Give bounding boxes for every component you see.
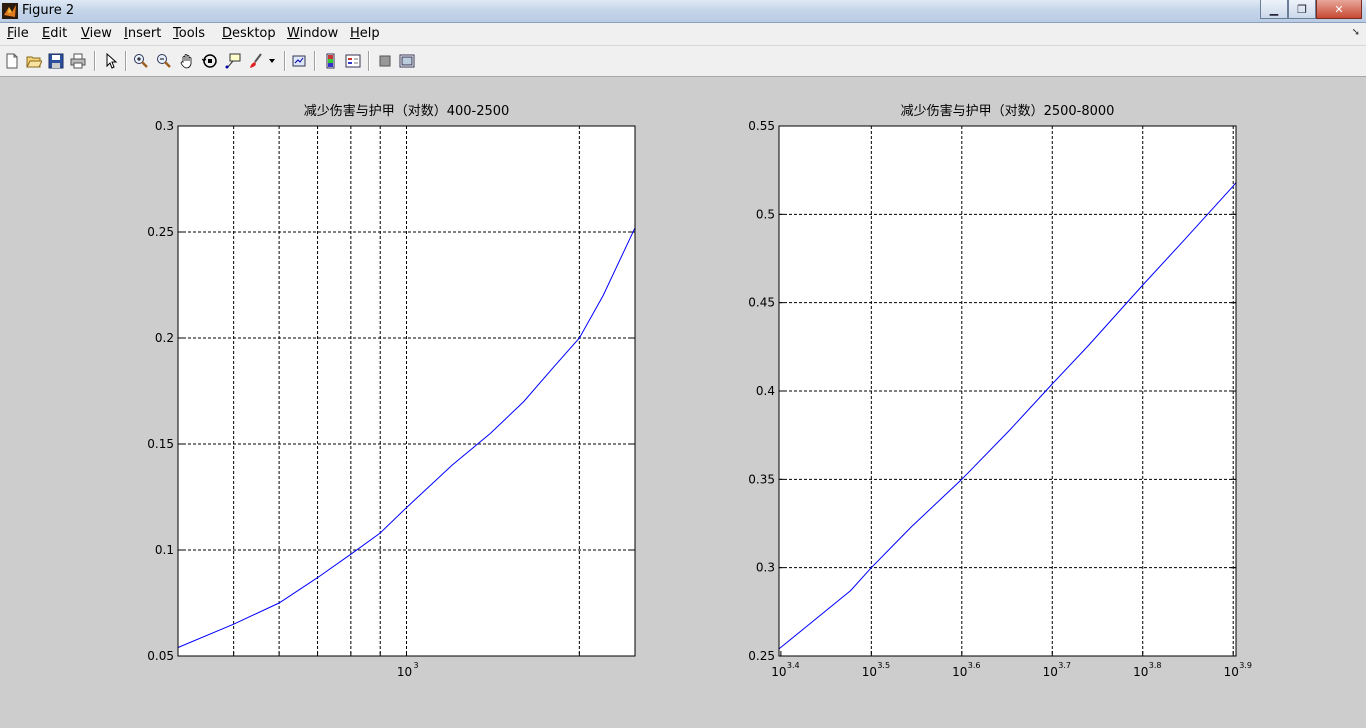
chart-title: 减少伤害与护甲（对数）400-2500 <box>304 103 510 119</box>
show-plot-tools-icon[interactable] <box>397 51 417 71</box>
menu-desktop[interactable]: Desktop <box>222 26 276 41</box>
x-tick-label: 10 <box>1043 665 1058 679</box>
y-tick-label: 0.5 <box>756 207 775 221</box>
link-plot-icon[interactable] <box>289 51 309 71</box>
save-icon[interactable] <box>46 51 66 71</box>
y-tick-label: 0.05 <box>147 649 174 663</box>
new-figure-icon[interactable] <box>2 51 22 71</box>
close-button[interactable]: ✕ <box>1316 0 1362 19</box>
x-tick-label: 10 <box>1133 665 1148 679</box>
y-tick-label: 0.15 <box>147 437 174 451</box>
axes-2: 0.250.30.350.40.450.50.5510 3.4 10 3.5 10 3.6… <box>748 103 1252 679</box>
menu-help[interactable]: Help <box>350 26 380 41</box>
x-tick-exponent: 3 <box>414 661 419 670</box>
y-tick-label: 0.35 <box>748 472 775 486</box>
x-tick-label: 10 <box>952 665 967 679</box>
x-tick-exponent: 3.9 <box>1239 661 1252 670</box>
menu-view[interactable]: View <box>81 26 112 41</box>
chart-title: 减少伤害与护甲（对数）2500-8000 <box>901 103 1115 119</box>
menu-file[interactable]: File <box>7 26 29 41</box>
y-tick-label: 0.1 <box>155 543 174 557</box>
hide-plot-tools-icon[interactable] <box>375 51 395 71</box>
chevron-down-icon[interactable] <box>265 51 279 71</box>
menu-edit[interactable]: Edit <box>42 26 67 41</box>
x-tick-exponent: 3.6 <box>968 661 981 670</box>
y-tick-label: 0.25 <box>748 649 775 663</box>
restore-icon: ❐ <box>1297 2 1307 16</box>
minimize-button[interactable]: ▁ <box>1260 0 1288 19</box>
axes-1: 0.05 0.1 0.15 0.2 0.25 0.3 10 3 减少伤害与护甲（对数）400-2… <box>147 103 636 679</box>
close-icon: ✕ <box>1334 2 1344 16</box>
x-tick-exponent: 3.5 <box>877 661 890 670</box>
menu-insert[interactable]: Insert <box>124 26 161 41</box>
x-tick-exponent: 3.4 <box>787 661 800 670</box>
x-tick-exponent: 3.8 <box>1149 661 1162 670</box>
restore-button[interactable]: ❐ <box>1288 0 1316 19</box>
data-cursor-icon[interactable] <box>223 51 243 71</box>
y-tick-label: 0.3 <box>155 119 174 133</box>
colorbar-icon[interactable] <box>321 51 341 71</box>
edit-plot-icon[interactable] <box>101 51 121 71</box>
y-tick-label: 0.55 <box>748 119 775 133</box>
legend-icon[interactable] <box>343 51 363 71</box>
x-tick-label: 10 <box>862 665 877 679</box>
menu-tools[interactable]: Tools <box>173 26 205 41</box>
window-title: Figure 2 <box>22 3 75 18</box>
menu-bar: ➘ File Edit View Insert Tools Desktop Window He… <box>0 23 1366 46</box>
y-tick-label: 0.2 <box>155 331 174 345</box>
figure-canvas: 0.050.10.150.20.250.310 3减少伤害与护甲（对数）400-2… <box>147 103 1252 679</box>
y-tick-label: 0.4 <box>756 384 775 398</box>
y-tick-label: 0.3 <box>756 561 775 575</box>
plot-area <box>779 126 1236 656</box>
pan-icon[interactable] <box>177 51 197 71</box>
y-tick-label: 0.45 <box>748 296 775 310</box>
minimize-icon: ▁ <box>1269 2 1279 16</box>
figure-toolbar <box>0 46 1366 77</box>
x-tick-label: 10 <box>397 665 412 679</box>
y-tick-label: 0.25 <box>147 225 174 239</box>
print-icon[interactable] <box>68 51 88 71</box>
x-tick-label: 10 <box>1224 665 1239 679</box>
zoom-out-icon[interactable] <box>154 51 174 71</box>
x-tick-exponent: 3.7 <box>1058 661 1071 670</box>
open-file-icon[interactable] <box>24 51 44 71</box>
window-titlebar[interactable]: Figure 2 ▁ ❐ ✕ <box>0 0 1366 23</box>
rotate-3d-icon[interactable] <box>200 51 220 71</box>
menu-window[interactable]: Window <box>287 26 338 41</box>
matlab-logo-icon <box>2 3 18 19</box>
dock-arrow-icon[interactable]: ➘ <box>1352 27 1360 38</box>
x-tick-label: 10 <box>771 665 786 679</box>
zoom-in-icon[interactable] <box>131 51 151 71</box>
brush-icon[interactable] <box>246 51 266 71</box>
